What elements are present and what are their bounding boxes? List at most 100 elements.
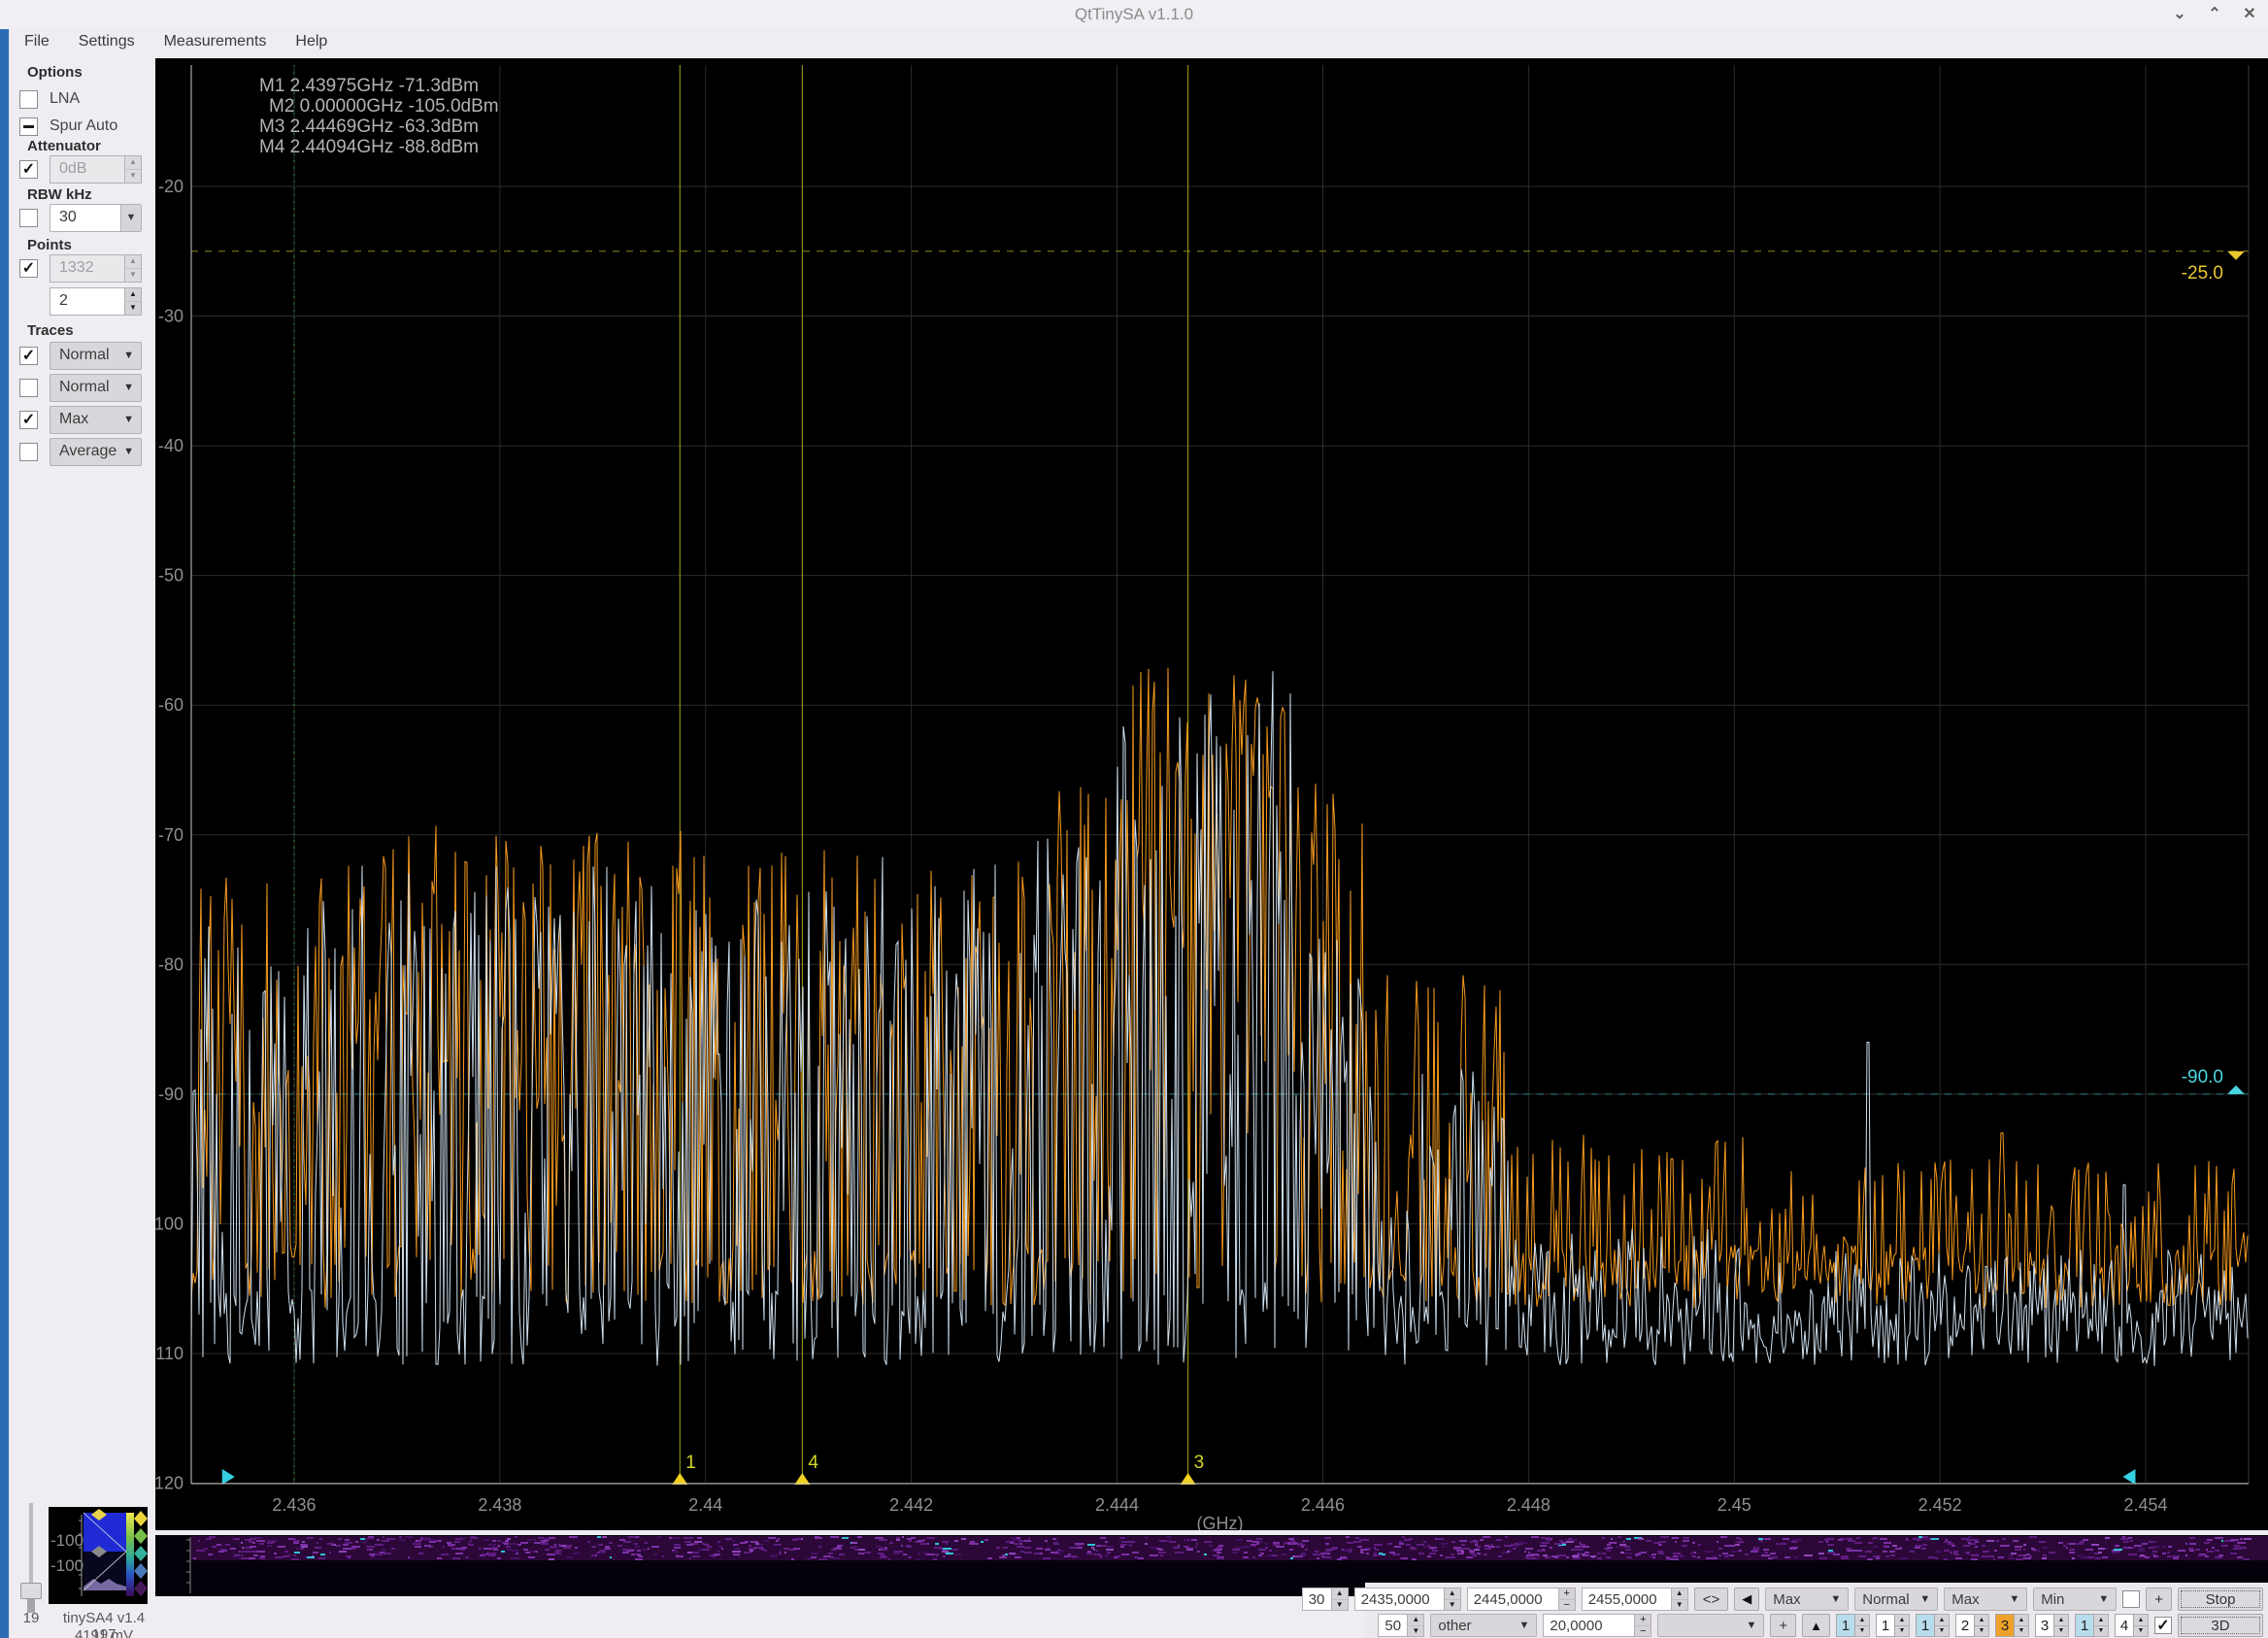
preset-combobox[interactable]: ▼ xyxy=(1657,1614,1764,1637)
svg-text:-100: -100 xyxy=(155,1214,183,1233)
memory2-mode-combobox[interactable]: Normal▼ xyxy=(1854,1588,1938,1611)
marker-readout-1: M1 2.43975GHz -71.3dBm xyxy=(259,76,499,96)
close-button[interactable]: ✕ xyxy=(2239,2,2260,25)
band-combobox[interactable]: other▼ xyxy=(1430,1614,1537,1637)
spin-plusminus[interactable]: +− xyxy=(1634,1615,1651,1636)
marker-4-type-spinbox[interactable]: 1▲▼ xyxy=(2075,1614,2109,1637)
marker-2-number-spinbox[interactable]: 2▲▼ xyxy=(1955,1614,1989,1637)
spin-arrows[interactable]: ▲▼ xyxy=(1671,1588,1687,1610)
3d-preview-thumbnail[interactable]: -100 -100 xyxy=(49,1507,148,1604)
stop-button[interactable]: Stop xyxy=(2178,1588,2263,1611)
points-auto-checkbox[interactable] xyxy=(19,259,38,278)
marker-readout-4: M4 2.44094GHz -88.8dBm xyxy=(259,137,499,157)
svg-text:-30: -30 xyxy=(158,307,183,326)
row2-checkbox[interactable] xyxy=(2154,1617,2172,1634)
control-row-1: 30 ▲▼ 2435,0000 ▲▼ 2445,0000 +− 2455,000… xyxy=(1302,1588,2263,1611)
spin-arrows[interactable]: ▲▼ xyxy=(124,156,141,183)
spin-arrows[interactable]: ▲▼ xyxy=(124,288,141,315)
chevron-down-icon: ▼ xyxy=(123,382,134,393)
spur-auto-checkbox[interactable] xyxy=(19,117,38,136)
spin-arrows[interactable]: ▲▼ xyxy=(1975,1614,1989,1637)
menubar: File Settings Measurements Help xyxy=(10,29,342,54)
edge-indicator-left[interactable] xyxy=(222,1469,235,1485)
marker-3-type-spinbox[interactable]: 3▲▼ xyxy=(1995,1614,2029,1637)
attenuator-label: Attenuator xyxy=(27,138,101,154)
spin-arrows[interactable]: ▲▼ xyxy=(1895,1614,1910,1637)
minimize-button[interactable]: ⌄ xyxy=(2169,2,2190,25)
memory4-mode-combobox[interactable]: Min▼ xyxy=(2033,1588,2117,1611)
plus-button[interactable]: + xyxy=(2146,1588,2172,1611)
spin-arrows[interactable]: ▲▼ xyxy=(1855,1614,1870,1637)
chevron-down-icon[interactable]: ▼ xyxy=(120,205,141,231)
spin-arrows[interactable]: ▲▼ xyxy=(1331,1588,1348,1610)
3d-button[interactable]: 3D xyxy=(2178,1614,2263,1637)
trace1-checkbox[interactable] xyxy=(19,347,38,365)
spin-arrows[interactable]: ▲▼ xyxy=(1935,1614,1950,1637)
sidebar: Options LNA Spur Auto Attenuator 0dB ▲▼ … xyxy=(9,54,155,1220)
marker-4-number-spinbox[interactable]: 4▲▼ xyxy=(2115,1614,2149,1637)
marker-2-type-spinbox[interactable]: 1▲▼ xyxy=(1916,1614,1950,1637)
spin-arrows[interactable]: ▲▼ xyxy=(2094,1614,2109,1637)
attenuator-spinbox[interactable]: 0dB ▲▼ xyxy=(50,155,142,184)
svg-text:3: 3 xyxy=(1194,1453,1205,1473)
memory1-mode-combobox[interactable]: Max▼ xyxy=(1765,1588,1849,1611)
chevron-down-icon: ▼ xyxy=(2009,1593,2019,1605)
marker-line-3[interactable]: 3 xyxy=(1181,65,1205,1485)
swap-button[interactable]: <> xyxy=(1694,1588,1729,1611)
memory3-mode-combobox[interactable]: Max▼ xyxy=(1944,1588,2027,1611)
add-button[interactable]: + xyxy=(1770,1614,1796,1637)
marker-controls: 1▲▼1▲▼1▲▼2▲▼3▲▼3▲▼1▲▼4▲▼ xyxy=(1836,1614,2149,1637)
center-frequency-spinbox[interactable]: 2445,0000 +− xyxy=(1467,1588,1576,1611)
attenuator-auto-checkbox[interactable] xyxy=(19,160,38,179)
rbw-spinbox[interactable]: 30 ▲▼ xyxy=(1302,1588,1349,1611)
span-spinbox[interactable]: 20,0000 +− xyxy=(1543,1614,1651,1637)
spin-plusminus[interactable]: +− xyxy=(1558,1588,1575,1610)
spin-value: 1 xyxy=(2075,1614,2094,1637)
spin-arrows[interactable]: ▲▼ xyxy=(2015,1614,2029,1637)
control-row-2: 50 ▲▼ other▼ 20,0000 +− ▼ + ▲ 1▲▼1▲▼1▲▼2… xyxy=(1378,1614,2263,1637)
points-spinbox[interactable]: 1332 ▲▼ xyxy=(50,254,142,283)
trace2-checkbox[interactable] xyxy=(19,379,38,397)
trace3-mode-combobox[interactable]: Max▼ xyxy=(50,406,142,434)
svg-text:-120: -120 xyxy=(155,1474,183,1493)
spin-value: 1 xyxy=(1916,1614,1935,1637)
menu-settings[interactable]: Settings xyxy=(64,33,150,50)
points-per-div-spinbox[interactable]: 50 ▲▼ xyxy=(1378,1614,1424,1637)
up-button[interactable]: ▲ xyxy=(1802,1614,1830,1637)
lna-label: LNA xyxy=(50,90,80,108)
spectrum-plot[interactable]: -25.0-90.0134-20-30-40-50-60-70-80-90-10… xyxy=(155,58,2268,1530)
maximize-button[interactable]: ⌃ xyxy=(2204,2,2225,25)
menu-measurements[interactable]: Measurements xyxy=(150,33,282,50)
spin-arrows[interactable]: ▲▼ xyxy=(2134,1614,2149,1637)
points-multiplier-spinbox[interactable]: 2 ▲▼ xyxy=(50,287,142,316)
trace1-mode-combobox[interactable]: Normal▼ xyxy=(50,342,142,370)
trace3-checkbox[interactable] xyxy=(19,411,38,429)
svg-text:2.446: 2.446 xyxy=(1301,1495,1345,1515)
marker-1-number-spinbox[interactable]: 1▲▼ xyxy=(1876,1614,1910,1637)
spin-value: 2 xyxy=(1955,1614,1975,1637)
spin-arrows[interactable]: ▲▼ xyxy=(1444,1588,1460,1610)
marker-3-number-spinbox[interactable]: 3▲▼ xyxy=(2035,1614,2069,1637)
row1-checkbox[interactable] xyxy=(2122,1590,2140,1608)
svg-text:-90.0: -90.0 xyxy=(2182,1067,2223,1087)
spin-arrows[interactable]: ▲▼ xyxy=(124,255,141,282)
trace4-checkbox[interactable] xyxy=(19,443,38,461)
spectrum-chart[interactable]: -25.0-90.0134-20-30-40-50-60-70-80-90-10… xyxy=(155,58,2268,1530)
marker-readout-3: M3 2.44469GHz -63.3dBm xyxy=(259,117,499,137)
level-slider-handle[interactable] xyxy=(20,1583,42,1599)
previous-button[interactable]: ◀ xyxy=(1734,1588,1759,1611)
menu-file[interactable]: File xyxy=(10,33,64,50)
start-frequency-spinbox[interactable]: 2435,0000 ▲▼ xyxy=(1354,1588,1461,1611)
lna-checkbox[interactable] xyxy=(19,90,38,109)
spin-arrows[interactable]: ▲▼ xyxy=(2054,1614,2069,1637)
svg-text:-70: -70 xyxy=(158,825,183,845)
trace2-mode-combobox[interactable]: Normal▼ xyxy=(50,374,142,402)
rbw-auto-checkbox[interactable] xyxy=(19,209,38,227)
spin-arrows[interactable]: ▲▼ xyxy=(1407,1615,1423,1636)
menu-help[interactable]: Help xyxy=(281,33,342,50)
trace4-mode-combobox[interactable]: Average▼ xyxy=(50,438,142,466)
edge-indicator-right[interactable] xyxy=(2122,1469,2135,1485)
stop-frequency-spinbox[interactable]: 2455,0000 ▲▼ xyxy=(1582,1588,1688,1611)
marker-1-type-spinbox[interactable]: 1▲▼ xyxy=(1836,1614,1870,1637)
rbw-combobox[interactable]: 30 ▼ xyxy=(50,204,142,232)
